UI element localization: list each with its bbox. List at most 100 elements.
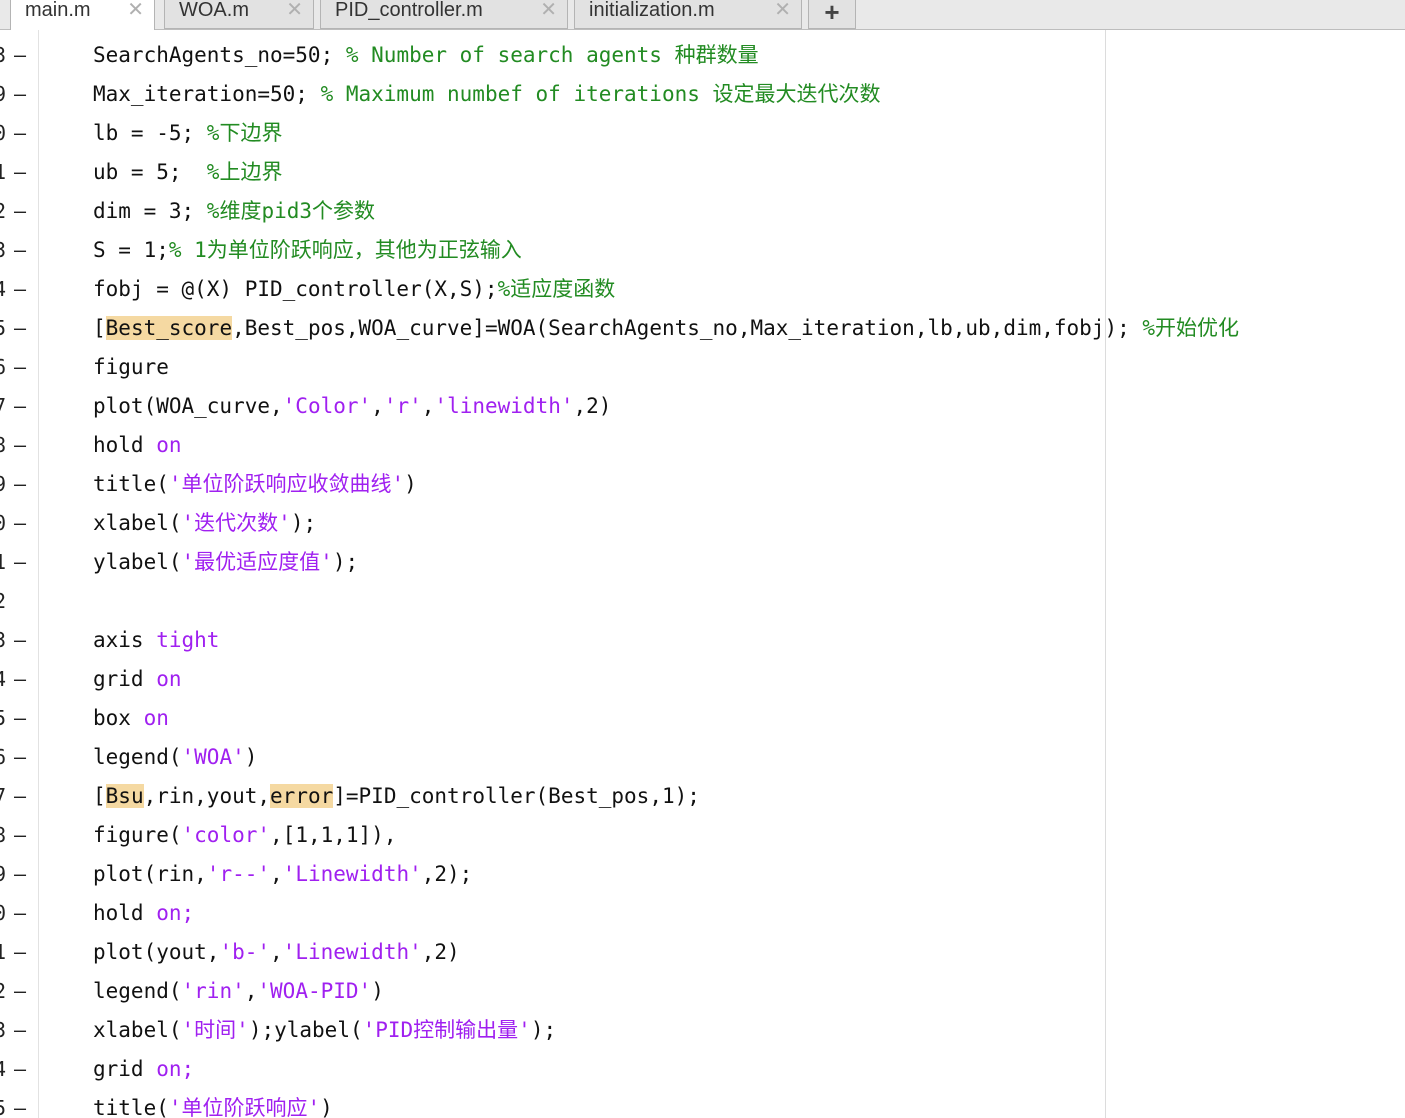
tab-label: initialization.m	[589, 0, 715, 21]
code-editor[interactable]: 3 — SearchAgents_no=50; % Number of search…	[0, 36, 1405, 1118]
code-text: plot(yout,	[93, 940, 220, 964]
tab-pid-controller-m[interactable]: PID_controller.m ✕	[320, 0, 568, 29]
code-line[interactable]: 8 — figure('color',[1,1,1]),	[0, 816, 1405, 855]
breakpoint-marker[interactable]: —	[14, 153, 26, 192]
code-comment: %开始优化	[1142, 316, 1240, 340]
breakpoint-marker[interactable]: —	[14, 621, 26, 660]
code-text: title(	[93, 472, 169, 496]
code-line[interactable]: 3 — xlabel('时间');ylabel('PID控制输出量');	[0, 1011, 1405, 1050]
tab-main-m[interactable]: main.m ✕	[10, 0, 155, 30]
code-line[interactable]: 7— plot(WOA_curve,'Color','r','linewidth'…	[0, 387, 1405, 426]
add-tab-button[interactable]: +	[808, 0, 856, 29]
breakpoint-marker[interactable]: —	[14, 36, 26, 75]
code-line[interactable]: 6 — legend('WOA')	[0, 738, 1405, 777]
code-line[interactable]: 3 — axis tight	[0, 621, 1405, 660]
line-number: 2	[0, 979, 7, 1003]
code-text: ]=PID_controller(Best_pos,1);	[333, 784, 700, 808]
code-text: ,rin,yout,	[143, 784, 271, 808]
breakpoint-marker[interactable]: —	[14, 816, 26, 855]
code-line[interactable]: 0 — hold on;	[0, 894, 1405, 933]
code-content: ylabel('最优适应度值');	[93, 543, 358, 582]
breakpoint-marker[interactable]: —	[14, 114, 26, 153]
breakpoint-marker[interactable]: —	[14, 894, 26, 933]
breakpoint-marker[interactable]: —	[14, 504, 26, 543]
code-string: 'Linewidth'	[282, 940, 422, 964]
code-text: hold	[93, 433, 157, 457]
code-line[interactable]: 9 — Max_iteration=50; % Maximum numbef of …	[0, 75, 1405, 114]
code-line[interactable]: 0 — lb = -5; %下边界	[0, 114, 1405, 153]
breakpoint-marker[interactable]: —	[14, 543, 26, 582]
code-text: )	[244, 745, 258, 769]
breakpoint-marker[interactable]: —	[14, 777, 26, 816]
code-text: plot(WOA_curve,	[93, 394, 283, 418]
breakpoint-marker[interactable]: —	[14, 192, 26, 231]
breakpoint-marker[interactable]: —	[14, 1050, 26, 1089]
breakpoint-marker[interactable]: —	[14, 348, 26, 387]
code-line[interactable]: 1 — ylabel('最优适应度值');	[0, 543, 1405, 582]
breakpoint-marker[interactable]: —	[14, 231, 26, 270]
code-line[interactable]: 9 — title('单位阶跃响应收敛曲线')	[0, 465, 1405, 504]
close-icon[interactable]: ✕	[774, 0, 791, 22]
code-string: 'b-'	[219, 940, 271, 964]
code-line[interactable]: 2	[0, 582, 1405, 621]
close-icon[interactable]: ✕	[540, 0, 557, 22]
code-content: dim = 3; %维度pid3个参数	[93, 192, 375, 231]
code-line[interactable]: 9 — plot(rin,'r--','Linewidth',2);	[0, 855, 1405, 894]
breakpoint-marker[interactable]: —	[14, 465, 26, 504]
code-line[interactable]: 6 — figure	[0, 348, 1405, 387]
code-text: )	[404, 472, 417, 496]
code-line[interactable]: 5 — box on	[0, 699, 1405, 738]
code-text: [	[93, 316, 106, 340]
breakpoint-marker[interactable]: —	[14, 426, 26, 465]
breakpoint-marker[interactable]: —	[14, 933, 26, 972]
line-number: 1	[0, 550, 7, 574]
tab-woa-m[interactable]: WOA.m ✕	[164, 0, 314, 29]
code-string: 'WOA-PID'	[257, 979, 372, 1003]
code-line[interactable]: 5 — [Best_score,Best_pos,WOA_curve]=WOA(Se…	[0, 309, 1405, 348]
code-line[interactable]: 8 — hold on	[0, 426, 1405, 465]
code-line[interactable]: 5 — title('单位阶跃响应')	[0, 1089, 1405, 1118]
code-line[interactable]: 1 — plot(yout,'b-','Linewidth',2)	[0, 933, 1405, 972]
breakpoint-marker[interactable]: —	[14, 309, 26, 348]
code-line[interactable]: 0 — xlabel('迭代次数');	[0, 504, 1405, 543]
code-text: fobj = @(X) PID_controller(X,S);	[93, 277, 498, 301]
code-line[interactable]: 1 — ub = 5; %上边界	[0, 153, 1405, 192]
breakpoint-marker[interactable]: —	[14, 75, 26, 114]
breakpoint-marker[interactable]: —	[14, 972, 26, 1011]
breakpoint-marker[interactable]: —	[14, 387, 26, 426]
code-text: figure(	[93, 823, 182, 847]
code-string: '单位阶跃响应收敛曲线'	[168, 472, 405, 496]
breakpoint-marker[interactable]: —	[14, 855, 26, 894]
line-number: 8	[0, 433, 7, 457]
line-number: 0	[0, 121, 7, 145]
code-text: ub = 5;	[93, 160, 207, 184]
code-line[interactable]: 7 — [Bsu,rin,yout,error]=PID_controller(Be…	[0, 777, 1405, 816]
line-number: 0	[0, 511, 7, 535]
close-icon[interactable]: ✕	[127, 0, 144, 22]
breakpoint-marker[interactable]: —	[14, 738, 26, 777]
close-icon[interactable]: ✕	[286, 0, 303, 22]
code-content: axis tight	[93, 621, 219, 660]
breakpoint-marker[interactable]: —	[14, 270, 26, 309]
code-line[interactable]: 4 — grid on;	[0, 1050, 1405, 1089]
code-content: figure	[93, 348, 169, 387]
code-text: lb = -5;	[93, 121, 207, 145]
editor-tab-bar: main.m ✕ WOA.m ✕ PID_controller.m ✕ init…	[0, 0, 1405, 30]
code-text: ,2)	[573, 394, 612, 418]
breakpoint-marker[interactable]: —	[14, 660, 26, 699]
code-line[interactable]: 3 — S = 1;% 1为单位阶跃响应，其他为正弦输入	[0, 231, 1405, 270]
code-line[interactable]: 2 — dim = 3; %维度pid3个参数	[0, 192, 1405, 231]
code-text: plot(rin,	[93, 862, 207, 886]
code-line[interactable]: 4 — grid on	[0, 660, 1405, 699]
breakpoint-marker[interactable]: —	[14, 1089, 26, 1118]
code-content: Max_iteration=50; % Maximum numbef of it…	[93, 75, 881, 114]
code-content: figure('color',[1,1,1]),	[93, 816, 396, 855]
code-line[interactable]: 2 — legend('rin','WOA-PID')	[0, 972, 1405, 1011]
tab-initialization-m[interactable]: initialization.m ✕	[574, 0, 802, 29]
code-text: [	[93, 784, 106, 808]
code-line[interactable]: 4 — fobj = @(X) PID_controller(X,S);%适应度函数	[0, 270, 1405, 309]
breakpoint-marker[interactable]: —	[14, 1011, 26, 1050]
breakpoint-marker[interactable]: —	[14, 699, 26, 738]
code-line[interactable]: 3 — SearchAgents_no=50; % Number of search…	[0, 36, 1405, 75]
code-comment: %上边界	[206, 160, 283, 184]
